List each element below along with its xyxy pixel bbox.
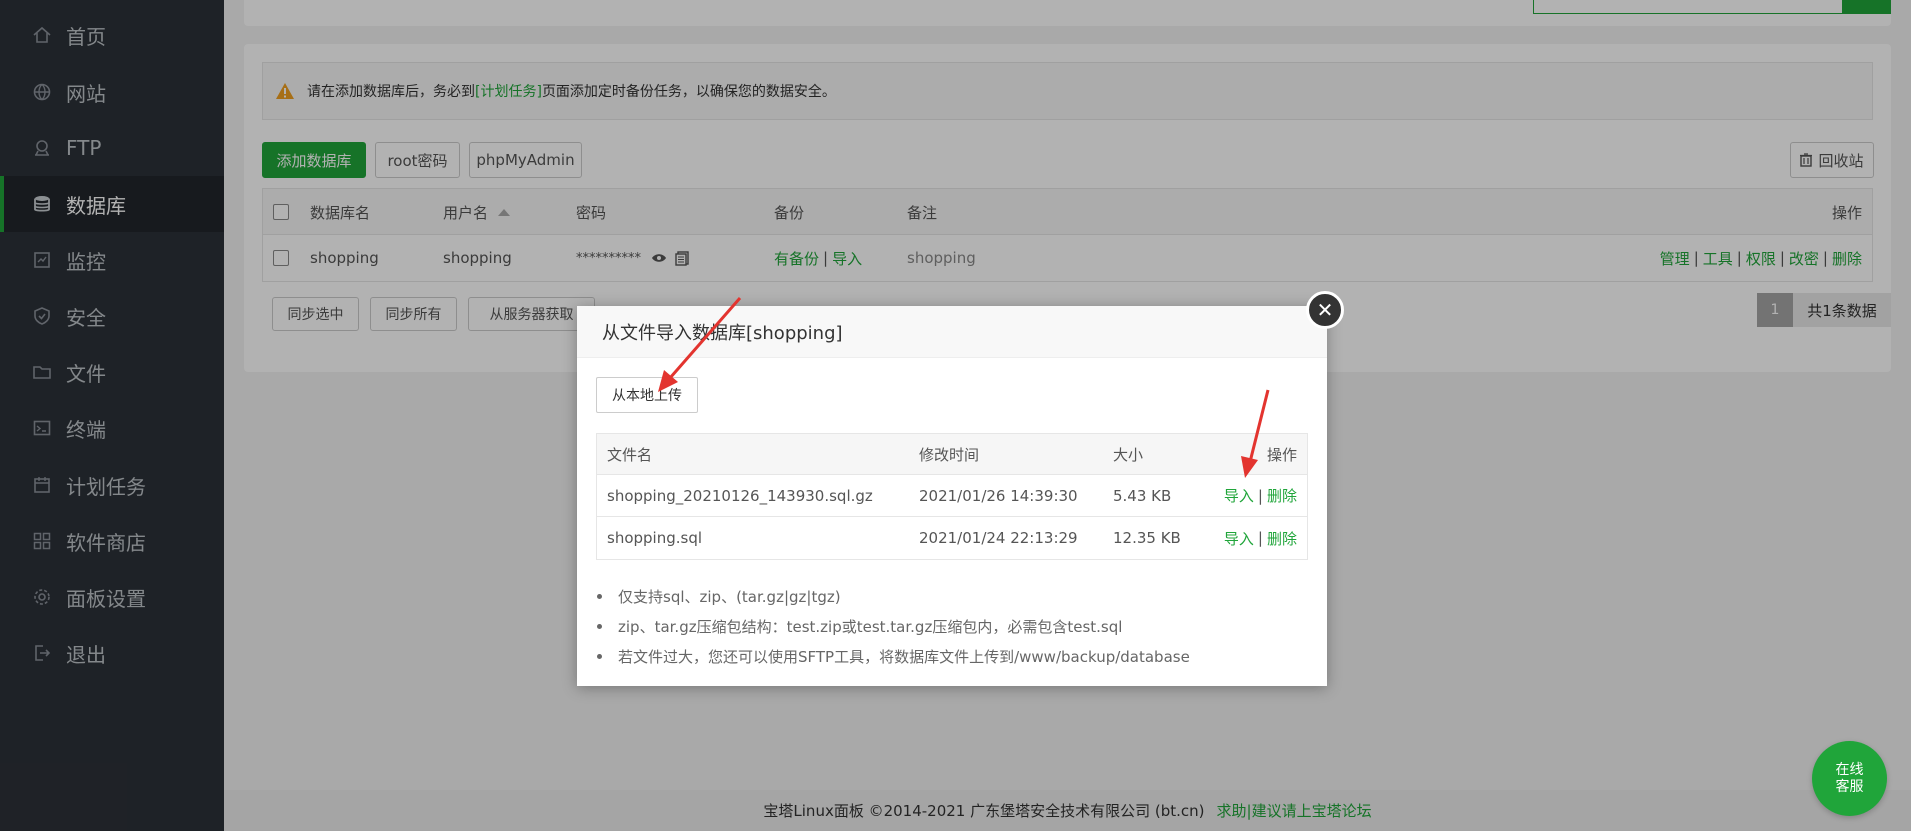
chat-label-1: 在线 bbox=[1835, 761, 1864, 778]
upload-local-button[interactable]: 从本地上传 bbox=[596, 377, 698, 413]
col-filename: 文件名 bbox=[607, 445, 653, 464]
col-size: 大小 bbox=[1113, 445, 1144, 464]
note-item: 仅支持sql、zip、(tar.gz|gz|tgz) bbox=[597, 581, 1190, 611]
file-import-link[interactable]: 导入 bbox=[1224, 528, 1254, 549]
col-mtime: 修改时间 bbox=[919, 445, 980, 464]
file-mtime: 2021/01/24 22:13:29 bbox=[919, 529, 1078, 547]
file-delete-link[interactable]: 删除 bbox=[1267, 528, 1297, 549]
file-name: shopping.sql bbox=[607, 529, 703, 547]
file-size: 12.35 KB bbox=[1113, 529, 1181, 547]
file-size: 5.43 KB bbox=[1113, 486, 1172, 505]
modal-title: 从文件导入数据库[shopping] bbox=[577, 306, 1327, 358]
file-row: shopping_20210126_143930.sql.gz 2021/01/… bbox=[597, 475, 1307, 517]
file-row: shopping.sql 2021/01/24 22:13:29 12.35 K… bbox=[597, 517, 1307, 559]
file-delete-link[interactable]: 删除 bbox=[1267, 485, 1297, 506]
note-item: 若文件过大，您还可以使用SFTP工具，将数据库文件上传到/www/backup/… bbox=[597, 641, 1190, 671]
import-notes: 仅支持sql、zip、(tar.gz|gz|tgz) zip、tar.gz压缩包… bbox=[597, 581, 1190, 671]
file-import-link[interactable]: 导入 bbox=[1224, 485, 1254, 506]
col-file-actions: 操作 bbox=[1266, 445, 1297, 464]
online-support-button[interactable]: 在线 客服 bbox=[1812, 741, 1887, 816]
file-table-header: 文件名 修改时间 大小 操作 bbox=[597, 434, 1307, 475]
file-mtime: 2021/01/26 14:39:30 bbox=[919, 486, 1078, 505]
chat-label-2: 客服 bbox=[1835, 778, 1864, 795]
close-icon[interactable]: ✕ bbox=[1306, 291, 1344, 329]
file-table: 文件名 修改时间 大小 操作 shopping_20210126_143930.… bbox=[596, 433, 1308, 560]
file-name: shopping_20210126_143930.sql.gz bbox=[607, 486, 873, 505]
import-modal: 从文件导入数据库[shopping] 从本地上传 文件名 修改时间 大小 操作 … bbox=[577, 306, 1327, 686]
note-item: zip、tar.gz压缩包结构：test.zip或test.tar.gz压缩包内… bbox=[597, 611, 1190, 641]
